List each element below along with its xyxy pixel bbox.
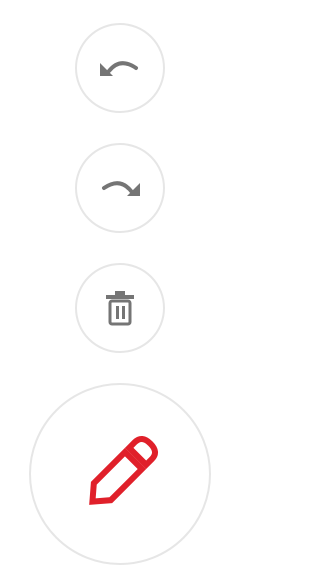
pencil-icon xyxy=(75,429,165,519)
trash-icon xyxy=(104,290,136,326)
draw-button[interactable] xyxy=(29,383,211,565)
undo-button[interactable] xyxy=(75,23,165,113)
delete-button[interactable] xyxy=(75,263,165,353)
redo-icon xyxy=(98,176,142,200)
undo-icon xyxy=(98,56,142,80)
redo-button[interactable] xyxy=(75,143,165,233)
